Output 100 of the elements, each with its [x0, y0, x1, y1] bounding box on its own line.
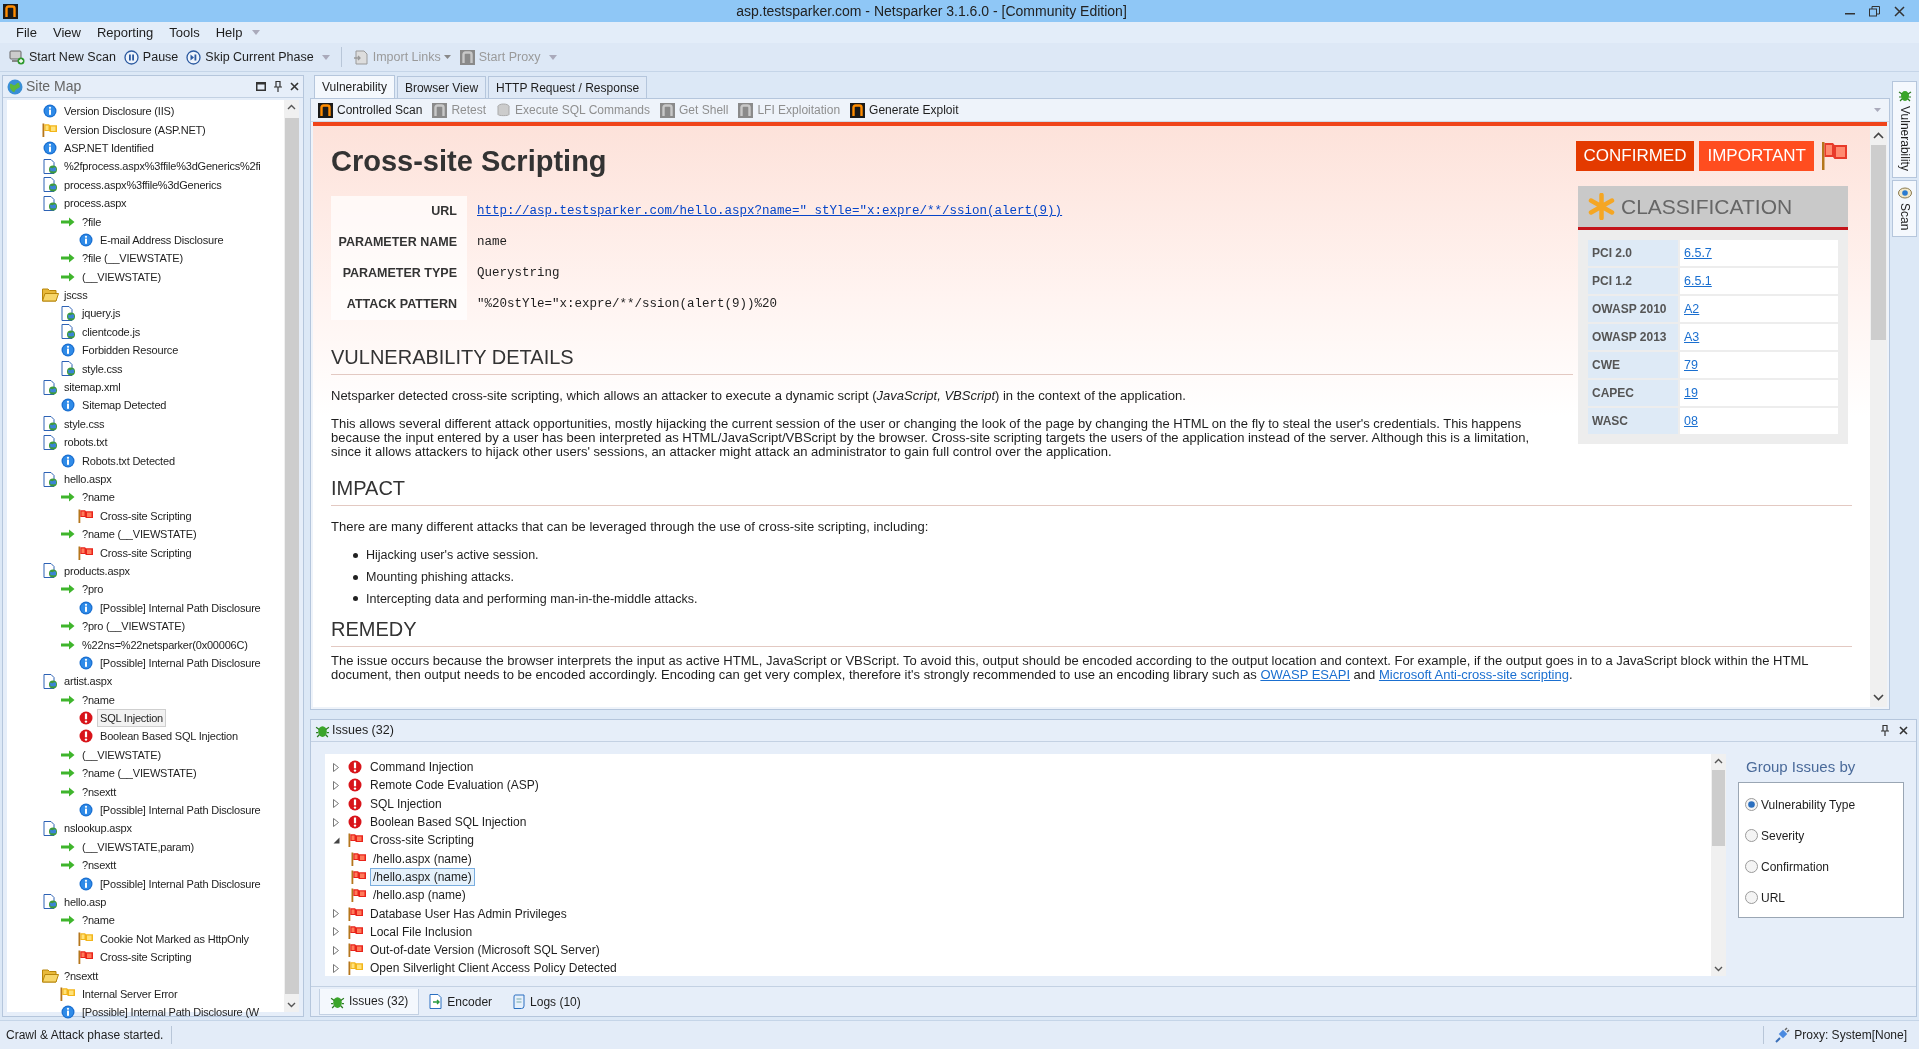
tree-item[interactable]: /hello.asp (name): [370, 886, 469, 905]
tree-item[interactable]: sitemap.xml: [61, 378, 124, 397]
scroll-down-icon[interactable]: [1873, 694, 1884, 701]
radio-button[interactable]: [1745, 860, 1758, 873]
scroll-up-icon[interactable]: [1714, 758, 1723, 764]
tab[interactable]: HTTP Request / Response: [488, 76, 648, 98]
tree-item[interactable]: Remote Code Evaluation (ASP): [367, 776, 542, 795]
dropdown-caret-icon[interactable]: [443, 55, 451, 59]
tree-item[interactable]: SQL Injection: [97, 709, 167, 728]
expand-icon[interactable]: [333, 762, 339, 772]
radio-button[interactable]: [1745, 891, 1758, 904]
tree-item[interactable]: Cross-site Scripting: [97, 506, 195, 525]
scroll-down-icon[interactable]: [1714, 966, 1723, 972]
tab[interactable]: Encoder: [419, 988, 503, 1015]
tree-item[interactable]: ?file (__VIEWSTATE): [79, 249, 186, 268]
tree-item[interactable]: (__VIEWSTATE): [79, 267, 164, 286]
tree-item[interactable]: hello.asp: [61, 893, 110, 911]
classification-link[interactable]: 19: [1684, 383, 1698, 403]
restore-icon[interactable]: [1869, 5, 1880, 17]
radio-button[interactable]: [1745, 798, 1758, 811]
tree-item[interactable]: clientcode.js: [79, 322, 143, 341]
tree-item[interactable]: ?file: [79, 212, 105, 231]
tree-item[interactable]: ?pro: [79, 580, 107, 599]
tree-item[interactable]: ?name (__VIEWSTATE): [79, 525, 200, 544]
tree-item[interactable]: [Possible] Internal Path Disclosure: [97, 653, 264, 672]
tree-item[interactable]: E-mail Address Disclosure: [97, 230, 227, 249]
classification-link[interactable]: A3: [1684, 327, 1700, 347]
classification-link[interactable]: 6.5.1: [1684, 271, 1712, 291]
classification-link[interactable]: 6.5.7: [1684, 243, 1712, 263]
side-tab[interactable]: Vulnerability: [1892, 81, 1917, 178]
tree-item[interactable]: Database User Has Admin Privileges: [367, 904, 570, 923]
tree-item[interactable]: jscss: [61, 286, 91, 305]
tree-item[interactable]: ?name: [79, 488, 118, 507]
collapse-icon[interactable]: [333, 836, 340, 844]
tree-item[interactable]: /hello.aspx (name): [370, 867, 475, 886]
tree-item[interactable]: SQL Injection: [367, 794, 445, 813]
close-icon[interactable]: [1894, 5, 1905, 17]
tree-item[interactable]: Forbidden Resource: [79, 341, 182, 360]
tree-item[interactable]: [Possible] Internal Path Disclosure: [97, 598, 264, 617]
tree-item[interactable]: Cross-site Scripting: [97, 948, 195, 967]
link[interactable]: Microsoft Anti-cross-site scripting: [1378, 667, 1569, 683]
tree-item[interactable]: [Possible] Internal Path Disclosure: [97, 801, 264, 820]
tree-item[interactable]: Cross-site Scripting: [97, 543, 195, 562]
tab[interactable]: Logs (10): [502, 988, 591, 1015]
classification-link[interactable]: 08: [1684, 411, 1698, 431]
tree-item[interactable]: ?pro (__VIEWSTATE): [79, 617, 188, 636]
toolbar-button[interactable]: Pause: [120, 45, 182, 69]
tree-item[interactable]: [Possible] Internal Path Disclosure (W: [79, 1003, 263, 1022]
menu-item[interactable]: Tools: [163, 22, 206, 43]
tree-item[interactable]: Cookie Not Marked as HttpOnly: [97, 929, 252, 948]
scroll-down-icon[interactable]: [287, 1002, 296, 1008]
close-icon[interactable]: [290, 82, 299, 91]
tree-item[interactable]: Boolean Based SQL Injection: [97, 727, 241, 746]
link[interactable]: OWASP ESAPI: [1260, 667, 1350, 683]
tab[interactable]: Vulnerability: [314, 75, 395, 98]
expand-icon[interactable]: [333, 945, 339, 955]
classification-link[interactable]: 79: [1684, 355, 1698, 375]
tree-item[interactable]: %22ns=%22netsparker(0x00006C): [79, 635, 251, 654]
tree-item[interactable]: process.aspx: [61, 194, 130, 213]
tree-item[interactable]: ?name: [79, 911, 118, 930]
tree-item[interactable]: ?nsextt: [79, 856, 120, 875]
tree-item[interactable]: Internal Server Error: [79, 984, 181, 1003]
scrollbar-thumb[interactable]: [1712, 770, 1725, 846]
close-icon[interactable]: [1899, 726, 1908, 735]
tree-item[interactable]: nslookup.aspx: [61, 819, 135, 838]
tree-item[interactable]: Open Silverlight Client Access Policy Detected: [367, 959, 620, 978]
expand-icon[interactable]: [333, 927, 339, 937]
expand-icon[interactable]: [333, 909, 339, 918]
tree-item[interactable]: ?nsextt: [79, 782, 120, 801]
maximize-icon[interactable]: [256, 82, 266, 91]
toolbar-button[interactable]: Skip Current Phase: [183, 45, 317, 69]
action-button[interactable]: Controlled Scan: [315, 101, 426, 119]
tree-item[interactable]: ?name: [79, 690, 118, 709]
radio-button[interactable]: [1745, 829, 1758, 842]
tree-item[interactable]: process.aspx%3ffile%3dGenerics: [61, 175, 225, 194]
menu-item[interactable]: Reporting: [90, 22, 160, 43]
tree-item[interactable]: [Possible] Internal Path Disclosure: [97, 874, 264, 893]
tree-item[interactable]: Out-of-date Version (Microsoft SQL Server): [367, 941, 603, 960]
tree-item[interactable]: Boolean Based SQL Injection: [367, 813, 530, 832]
expand-icon[interactable]: [333, 780, 339, 790]
action-button[interactable]: Generate Exploit: [847, 101, 962, 119]
tree-item[interactable]: ?name (__VIEWSTATE): [79, 764, 200, 783]
tree-item[interactable]: Local File Inclusion: [367, 922, 476, 941]
scroll-up-icon[interactable]: [1873, 132, 1884, 139]
tree-item[interactable]: Sitemap Detected: [79, 396, 170, 415]
pin-icon[interactable]: [1881, 725, 1889, 736]
tree-item[interactable]: %2fprocess.aspx%3ffile%3dGenerics%2fi: [61, 157, 264, 176]
tree-item[interactable]: robots.txt: [61, 433, 111, 452]
scrollbar[interactable]: [1870, 126, 1887, 707]
side-tab[interactable]: Scan: [1892, 179, 1917, 238]
scrollbar[interactable]: [1711, 754, 1726, 976]
tree-item[interactable]: Cross-site Scripting: [367, 831, 478, 850]
tree-item[interactable]: style.css: [79, 359, 126, 378]
tree-item[interactable]: Robots.txt Detected: [79, 451, 178, 470]
tab[interactable]: Issues (32): [319, 988, 420, 1015]
expand-icon[interactable]: [333, 963, 339, 973]
tree-item[interactable]: style.css: [61, 414, 108, 433]
menu-item[interactable]: Help: [209, 22, 249, 43]
menu-item[interactable]: View: [46, 22, 87, 43]
tree-item[interactable]: products.aspx: [61, 561, 133, 580]
